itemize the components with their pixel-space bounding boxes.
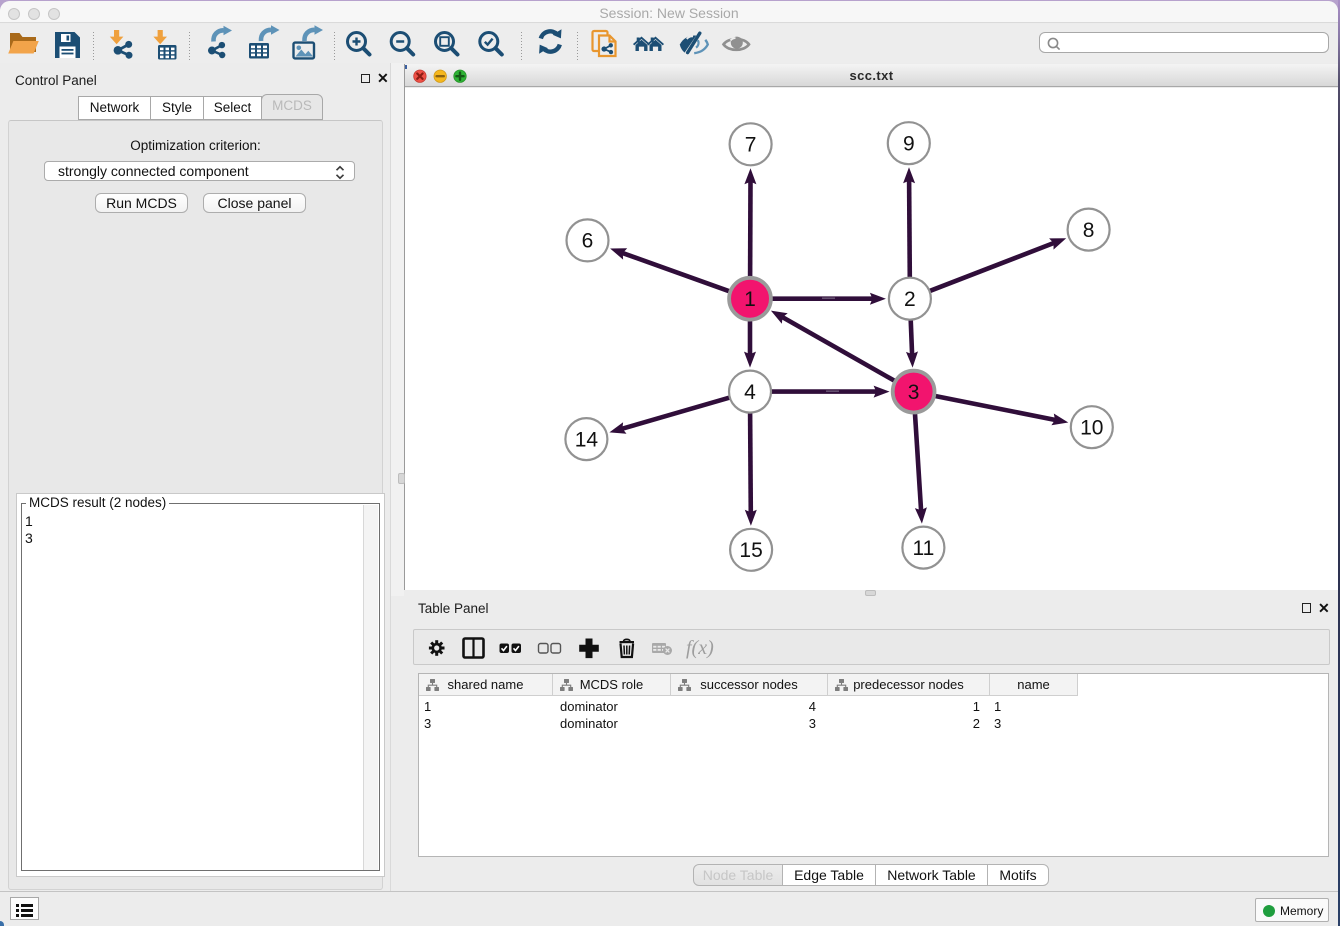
svg-text:3: 3 bbox=[908, 381, 920, 404]
svg-text:f(x): f(x) bbox=[686, 637, 714, 659]
svg-text:4: 4 bbox=[744, 381, 756, 404]
svg-text:14: 14 bbox=[575, 428, 599, 451]
svg-text:10: 10 bbox=[1080, 416, 1103, 439]
svg-text:11: 11 bbox=[912, 537, 934, 560]
svg-text:2: 2 bbox=[904, 288, 916, 311]
svg-text:6: 6 bbox=[582, 230, 594, 253]
svg-text:9: 9 bbox=[903, 132, 915, 155]
svg-text:1: 1 bbox=[744, 288, 756, 311]
svg-text:15: 15 bbox=[739, 539, 762, 562]
svg-text:7: 7 bbox=[745, 134, 757, 157]
svg-text:8: 8 bbox=[1083, 219, 1095, 242]
